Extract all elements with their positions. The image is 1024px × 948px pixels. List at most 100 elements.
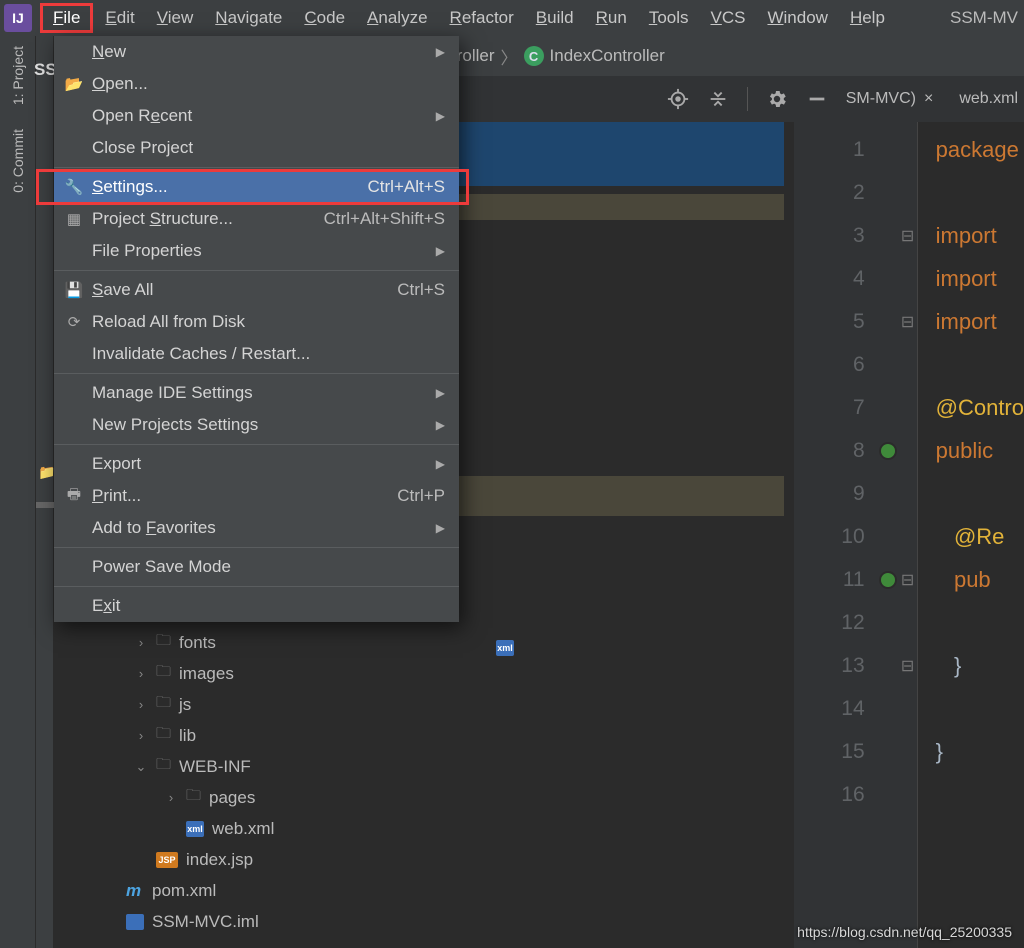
menu-window[interactable]: Window [757,4,837,32]
tree-row-ssm-mvc-iml[interactable]: SSM-MVC.iml [104,906,404,937]
code-line[interactable] [936,773,1024,816]
menu-run[interactable]: Run [586,4,637,32]
open-icon: 📂 [64,75,84,93]
tree-row-pom-xml[interactable]: mpom.xml [104,875,404,906]
menu-tools[interactable]: Tools [639,4,699,32]
menu-file[interactable]: File [40,3,93,33]
submenu-arrow-icon: ▶ [436,45,445,59]
fold-icon[interactable]: ⊟ [901,229,915,243]
file-menu-close-project[interactable]: Close Project [54,132,459,164]
line-number: 5⊟ [794,300,917,343]
menu-item-label: Add to Favorites [92,518,216,538]
tree-label: WEB-INF [179,757,251,777]
file-menu-project-structure[interactable]: ▦Project Structure...Ctrl+Alt+Shift+S [54,203,459,235]
code-line[interactable] [936,171,1024,214]
code-line[interactable] [936,601,1024,644]
shortcut-text: Ctrl+S [397,280,445,300]
tree-row-images[interactable]: ›🗀images [104,658,404,689]
code-editor[interactable]: 123⊟45⊟67891011⊟1213⊟141516 packageimpor… [794,122,1024,948]
tree-row-js[interactable]: › 🗀 js [104,689,404,720]
folder-icon: 🗀 [156,661,171,686]
menu-build[interactable]: Build [526,4,584,32]
spring-bean-icon[interactable] [879,442,897,460]
editor-highlight-blue [446,122,784,186]
tree-row-lib[interactable]: ›🗀lib [104,720,404,751]
tree-row-pages[interactable]: ›🗀pages [104,782,404,813]
tree-label: js [179,695,191,715]
submenu-arrow-icon: ▶ [436,418,445,432]
tree-row-index-jsp[interactable]: JSPindex.jsp [104,844,404,875]
code-line[interactable] [936,472,1024,515]
tree-row-web-inf[interactable]: ⌄🗀WEB-INF [104,751,404,782]
file-menu-export[interactable]: Export▶ [54,448,459,480]
fold-icon[interactable]: ⊟ [901,573,915,587]
tree-row-web-xml[interactable]: xmlweb.xml [104,813,404,844]
submenu-arrow-icon: ▶ [436,109,445,123]
menu-code[interactable]: Code [294,4,355,32]
chevron-icon: › [134,697,148,712]
code-line[interactable]: @Contro [936,386,1024,429]
file-menu-file-properties[interactable]: File Properties▶ [54,235,459,267]
line-number: 13⊟ [794,644,917,687]
shortcut-text: Ctrl+P [397,486,445,506]
file-menu-add-to-favorites[interactable]: Add to Favorites▶ [54,512,459,544]
tab-project[interactable]: 1: Project [10,46,26,105]
file-menu-manage-ide-settings[interactable]: Manage IDE Settings▶ [54,377,459,409]
save-icon: 💾 [64,281,84,299]
code-line[interactable]: } [936,730,1024,773]
file-menu-settings[interactable]: 🔧Settings...Ctrl+Alt+S [54,171,459,203]
wrench-icon: 🔧 [64,178,84,196]
file-menu-save-all[interactable]: 💾 Save All Ctrl+S [54,274,459,306]
tab-commit[interactable]: 0: Commit [10,129,26,193]
minimize-icon[interactable] [806,88,828,110]
menu-navigate[interactable]: Navigate [205,4,292,32]
code-line[interactable]: public [936,429,1024,472]
ide-logo-icon: IJ [4,4,32,32]
file-menu-open[interactable]: 📂Open... [54,68,459,100]
file-menu-invalidate-caches-restart[interactable]: Invalidate Caches / Restart... [54,338,459,370]
file-menu-new-projects-settings[interactable]: New Projects Settings▶ [54,409,459,441]
file-menu-power-save-mode[interactable]: Power Save Mode [54,551,459,583]
file-menu-new[interactable]: New▶ [54,36,459,68]
tree-label: fonts [179,633,216,653]
breadcrumb-class[interactable]: IndexController [550,46,665,66]
line-number: 1 [794,128,917,171]
menubar: IJ FileEditViewNavigateCodeAnalyzeRefact… [0,0,1024,36]
chevron-icon: ⌄ [134,759,148,775]
close-tab-icon[interactable]: × [924,90,933,108]
spring-bean-icon[interactable] [879,571,897,589]
code-line[interactable]: import [936,257,1024,300]
code-line[interactable]: } [936,644,1024,687]
menu-edit[interactable]: Edit [95,4,144,32]
code-line[interactable] [936,687,1024,730]
editor-tab-1[interactable]: SM-MVC) [846,90,916,108]
file-menu-reload-all-from-disk[interactable]: ⟳Reload All from Disk [54,306,459,338]
code-line[interactable] [936,343,1024,386]
menu-view[interactable]: View [147,4,204,32]
menu-item-label: Save All [92,280,153,300]
menu-analyze[interactable]: Analyze [357,4,437,32]
code-line[interactable]: package [936,128,1024,171]
code-line[interactable]: @Re [936,515,1024,558]
xml-file-icon: xml [186,821,204,837]
folder-icon: 🗀 [156,692,171,717]
file-menu-exit[interactable]: Exit [54,590,459,622]
breadcrumb-separator-icon: 〉 [501,44,518,69]
code-text[interactable]: package import import import @Contropubli… [936,122,1024,948]
code-line[interactable]: import [936,300,1024,343]
code-line[interactable]: pub [936,558,1024,601]
menu-help[interactable]: Help [840,4,895,32]
fold-icon[interactable]: ⊟ [901,659,915,673]
gear-icon[interactable] [766,88,788,110]
collapse-icon[interactable] [707,88,729,110]
divider [747,87,748,111]
file-menu-print[interactable]: 🖶Print...Ctrl+P [54,480,459,512]
code-line[interactable]: import [936,214,1024,257]
fold-icon[interactable]: ⊟ [901,315,915,329]
target-icon[interactable] [667,88,689,110]
tree-row-fonts[interactable]: ›🗀fonts [104,627,404,658]
menu-vcs[interactable]: VCS [701,4,756,32]
menu-refactor[interactable]: Refactor [440,4,524,32]
file-menu-open-recent[interactable]: Open Recent▶ [54,100,459,132]
editor-tab-2[interactable]: xml web.xml [959,90,1018,108]
